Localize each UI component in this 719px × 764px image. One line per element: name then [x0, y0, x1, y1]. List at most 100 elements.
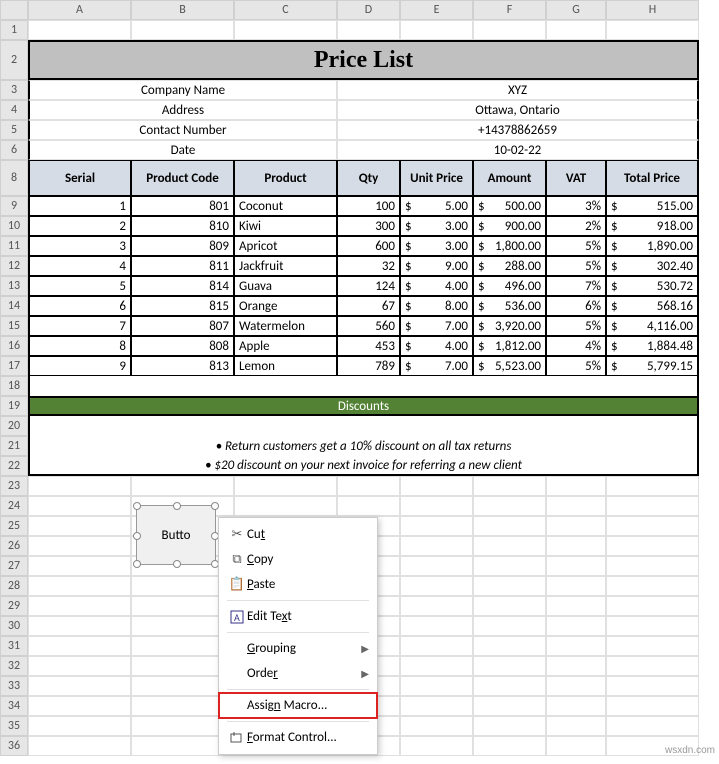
table-cell[interactable]: 3%	[546, 196, 606, 216]
row-header[interactable]: 4	[0, 100, 28, 120]
cell[interactable]	[400, 576, 473, 596]
table-cell[interactable]: $496.00	[473, 276, 546, 296]
cell[interactable]	[234, 496, 337, 516]
row-header[interactable]: 25	[0, 516, 28, 536]
table-cell[interactable]: $1,890.00	[606, 236, 699, 256]
row-header[interactable]: 27	[0, 556, 28, 576]
cell[interactable]	[473, 516, 546, 536]
cell[interactable]	[400, 496, 473, 516]
table-cell[interactable]: 2%	[546, 216, 606, 236]
table-cell[interactable]: 6	[28, 296, 131, 316]
table-cell[interactable]: Kiwi	[234, 216, 337, 236]
cell[interactable]	[546, 536, 606, 556]
cell[interactable]	[28, 516, 131, 536]
cell[interactable]	[400, 536, 473, 556]
cell[interactable]	[28, 596, 131, 616]
cell[interactable]	[606, 476, 699, 496]
cell[interactable]	[400, 656, 473, 676]
table-cell[interactable]: $7.00	[400, 316, 473, 336]
ctx-format-control[interactable]: Format Control...	[219, 725, 377, 750]
cell[interactable]	[28, 716, 131, 736]
row-header[interactable]: 2	[0, 40, 28, 80]
table-cell[interactable]: 67	[337, 296, 400, 316]
table-cell[interactable]: $4,116.00	[606, 316, 699, 336]
cell[interactable]	[473, 476, 546, 496]
table-cell[interactable]: 2	[28, 216, 131, 236]
table-cell[interactable]: 600	[337, 236, 400, 256]
table-cell[interactable]: $900.00	[473, 216, 546, 236]
cell[interactable]	[546, 656, 606, 676]
row-header[interactable]: 18	[0, 376, 28, 396]
table-cell[interactable]: $288.00	[473, 256, 546, 276]
cell[interactable]	[473, 656, 546, 676]
cell[interactable]	[400, 736, 473, 756]
cell[interactable]	[28, 20, 131, 40]
row-header[interactable]: 13	[0, 276, 28, 296]
ctx-edit-text[interactable]: A Edit Text	[219, 604, 377, 629]
cell[interactable]	[400, 636, 473, 656]
cell[interactable]	[473, 596, 546, 616]
cell[interactable]	[28, 676, 131, 696]
table-cell[interactable]: 8	[28, 336, 131, 356]
cell[interactable]	[473, 576, 546, 596]
table-cell[interactable]: 814	[131, 276, 234, 296]
table-cell[interactable]: $5,799.15	[606, 356, 699, 376]
cell[interactable]	[606, 576, 699, 596]
row-header[interactable]: 11	[0, 236, 28, 256]
cell[interactable]	[28, 656, 131, 676]
row-header[interactable]: 21	[0, 436, 28, 456]
cell[interactable]	[337, 496, 400, 516]
cell[interactable]	[546, 616, 606, 636]
cell[interactable]	[131, 476, 234, 496]
table-cell[interactable]: Orange	[234, 296, 337, 316]
cell[interactable]	[546, 596, 606, 616]
row-header[interactable]: 15	[0, 316, 28, 336]
row-header[interactable]: 22	[0, 456, 28, 476]
table-cell[interactable]: Watermelon	[234, 316, 337, 336]
cell[interactable]	[234, 476, 337, 496]
cell[interactable]	[546, 696, 606, 716]
cell[interactable]	[28, 736, 131, 756]
cell[interactable]	[606, 20, 699, 40]
row-header[interactable]: 29	[0, 596, 28, 616]
table-cell[interactable]: 7%	[546, 276, 606, 296]
row-header[interactable]: 33	[0, 676, 28, 696]
col-header[interactable]: G	[546, 0, 606, 20]
cell[interactable]	[546, 736, 606, 756]
table-cell[interactable]: 6%	[546, 296, 606, 316]
table-cell[interactable]: 801	[131, 196, 234, 216]
row-header[interactable]: 19	[0, 396, 28, 416]
cell[interactable]	[606, 536, 699, 556]
row-header[interactable]: 14	[0, 296, 28, 316]
table-cell[interactable]: 9	[28, 356, 131, 376]
cell[interactable]	[400, 476, 473, 496]
table-cell[interactable]: 4%	[546, 336, 606, 356]
table-cell[interactable]: 3	[28, 236, 131, 256]
cell[interactable]	[606, 496, 699, 516]
table-cell[interactable]: Jackfruit	[234, 256, 337, 276]
row-header[interactable]: 17	[0, 356, 28, 376]
col-header[interactable]: E	[400, 0, 473, 20]
row-header[interactable]: 6	[0, 140, 28, 160]
cell[interactable]	[546, 716, 606, 736]
table-cell[interactable]: 813	[131, 356, 234, 376]
cell[interactable]	[473, 676, 546, 696]
cell[interactable]	[606, 696, 699, 716]
cell[interactable]	[234, 20, 337, 40]
cell[interactable]	[606, 716, 699, 736]
cell[interactable]	[28, 556, 131, 576]
col-header[interactable]: D	[337, 0, 400, 20]
cell[interactable]	[28, 696, 131, 716]
row-header[interactable]: 16	[0, 336, 28, 356]
row-header[interactable]: 1	[0, 20, 28, 40]
table-cell[interactable]: $302.40	[606, 256, 699, 276]
select-all[interactable]	[0, 0, 28, 20]
table-cell[interactable]: 453	[337, 336, 400, 356]
cell[interactable]	[606, 636, 699, 656]
cell[interactable]	[400, 556, 473, 576]
cell[interactable]	[400, 696, 473, 716]
cell[interactable]	[606, 556, 699, 576]
ctx-copy[interactable]: ⧉ Copy	[219, 547, 377, 572]
table-cell[interactable]: 811	[131, 256, 234, 276]
table-cell[interactable]: 807	[131, 316, 234, 336]
